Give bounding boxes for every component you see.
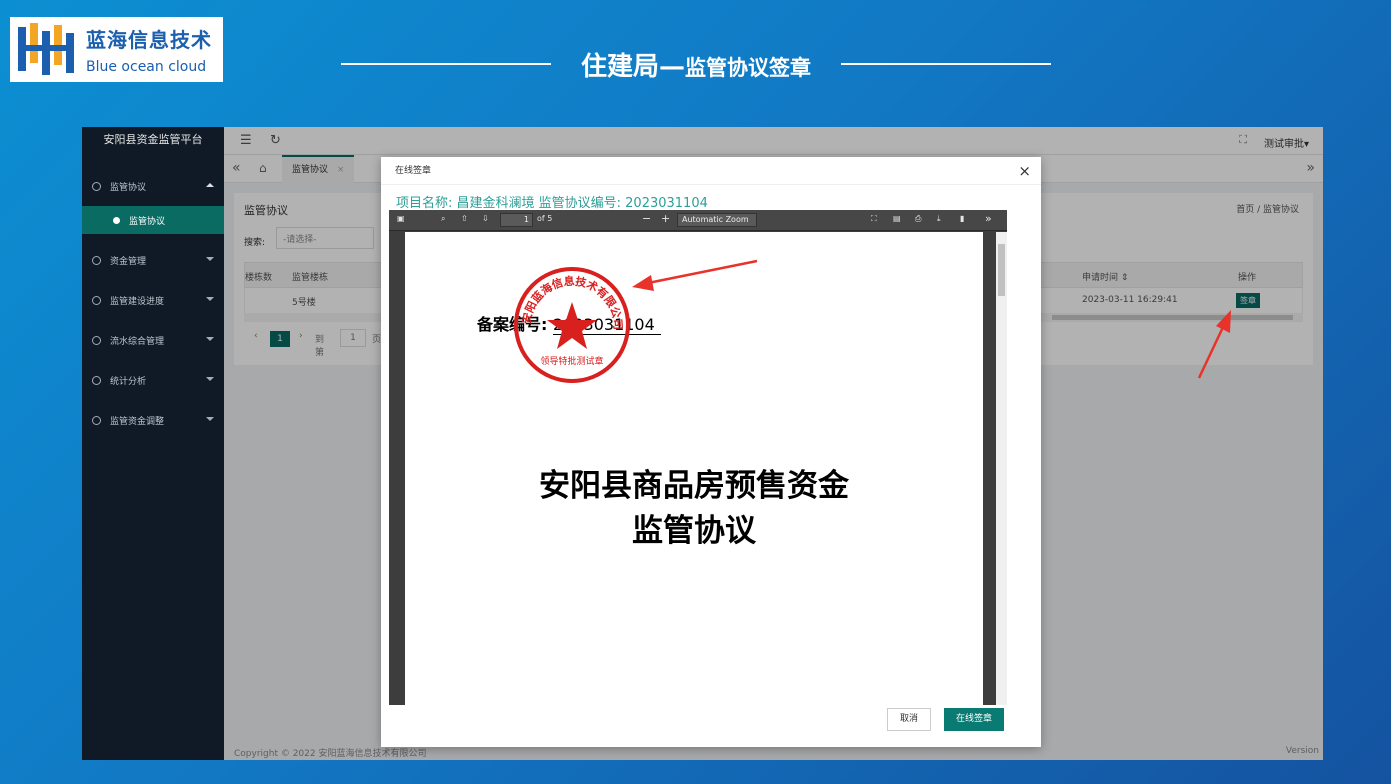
shield-icon bbox=[92, 335, 101, 345]
sidebar-item-adjust[interactable]: 监管资金调整 bbox=[82, 400, 224, 440]
next-page-icon[interactable]: ⇩ bbox=[482, 214, 489, 223]
print-icon[interactable]: ⎙ bbox=[915, 214, 921, 224]
cancel-button[interactable]: 取消 bbox=[887, 708, 931, 731]
company-seal-stamp: 安阳蓝海信息技术有限公司 领导特批测试章 bbox=[514, 267, 630, 383]
tools-icon[interactable]: » bbox=[985, 212, 992, 225]
shield-icon bbox=[92, 181, 101, 191]
modal-title: 在线签章 bbox=[381, 157, 1041, 185]
sidebar-item-stats[interactable]: 统计分析 bbox=[82, 360, 224, 400]
chevron-down-icon bbox=[206, 377, 214, 381]
chevron-up-icon bbox=[206, 183, 214, 187]
document-title-line1: 安阳县商品房预售资金 bbox=[539, 468, 849, 504]
document-title-line2: 监管协议 bbox=[632, 513, 756, 549]
shield-icon bbox=[92, 255, 101, 265]
pdf-viewer: ▣ ⌕ ⇧ ⇩ 1 of 5 − + Automatic Zoom ⛶ ▤ ⎙ … bbox=[389, 210, 1007, 705]
presentation-icon[interactable]: ⛶ bbox=[871, 214, 877, 224]
chevron-down-icon bbox=[206, 297, 214, 301]
sidebar-item-flow[interactable]: 流水综合管理 bbox=[82, 320, 224, 360]
sidebar: 安阳县资金监管平台 监管协议 监管协议 资金管理 监管建设进度 流水综合管理 统… bbox=[82, 127, 224, 760]
brand-logo-block: 蓝海信息技术 Blue ocean cloud bbox=[10, 17, 223, 82]
slide-title-text: 住建局—监管协议签章 bbox=[580, 51, 811, 82]
svg-text:领导特批测试章: 领导特批测试章 bbox=[540, 355, 603, 367]
pdf-toolbar: ▣ ⌕ ⇧ ⇩ 1 of 5 − + Automatic Zoom ⛶ ▤ ⎙ … bbox=[389, 210, 1007, 231]
chevron-down-icon bbox=[206, 257, 214, 261]
pdf-zoom-select[interactable]: Automatic Zoom bbox=[677, 213, 757, 227]
sidebar-toggle-icon[interactable]: ▣ bbox=[397, 214, 405, 223]
sidebar-item-label: 监管协议 bbox=[110, 182, 147, 193]
globe-icon bbox=[113, 216, 120, 224]
sidebar-item-agreement[interactable]: 监管协议 bbox=[82, 166, 224, 206]
chevron-down-icon bbox=[206, 337, 214, 341]
brand-logo-icon bbox=[14, 20, 78, 79]
pdf-vscroll[interactable] bbox=[996, 232, 1007, 705]
prev-page-icon[interactable]: ⇧ bbox=[461, 214, 468, 223]
brand-name-en: Blue ocean cloud bbox=[86, 59, 207, 75]
shield-icon bbox=[92, 375, 101, 385]
title-rule-left bbox=[340, 63, 551, 65]
pdf-page-input[interactable]: 1 bbox=[500, 213, 533, 227]
shield-icon bbox=[92, 415, 101, 425]
zoom-in-icon[interactable]: + bbox=[661, 212, 670, 225]
project-info: 项目名称: 昌建金科澜境 监管协议编号: 2023031104 bbox=[396, 196, 708, 211]
brand-name-cn: 蓝海信息技术 bbox=[86, 28, 212, 52]
zoom-out-icon[interactable]: − bbox=[642, 212, 651, 225]
slide-title: 住建局—监管协议签章 bbox=[336, 40, 1056, 88]
shield-icon bbox=[92, 295, 101, 305]
sidebar-title: 安阳县资金监管平台 bbox=[103, 133, 203, 146]
pdf-page-total: of 5 bbox=[537, 214, 553, 223]
sidebar-subitem-agreement[interactable]: 监管协议 bbox=[82, 206, 224, 234]
sidebar-item-progress[interactable]: 监管建设进度 bbox=[82, 280, 224, 320]
online-sign-button[interactable]: 在线签章 bbox=[944, 708, 1004, 731]
bookmark-icon[interactable]: ▮ bbox=[960, 214, 964, 223]
pdf-page: 备案编号: 2023031104 安阳县商品房预售资金 监管协议 bbox=[405, 232, 983, 705]
download-icon[interactable]: ⤓ bbox=[937, 214, 941, 224]
chevron-down-icon bbox=[206, 417, 214, 421]
search-icon[interactable]: ⌕ bbox=[441, 214, 445, 224]
open-file-icon[interactable]: ▤ bbox=[893, 214, 901, 223]
title-rule-right bbox=[841, 63, 1051, 65]
sign-modal: 在线签章 × 项目名称: 昌建金科澜境 监管协议编号: 2023031104 ▣… bbox=[381, 157, 1041, 747]
sidebar-item-funds[interactable]: 资金管理 bbox=[82, 240, 224, 280]
close-icon[interactable]: × bbox=[1018, 162, 1031, 180]
